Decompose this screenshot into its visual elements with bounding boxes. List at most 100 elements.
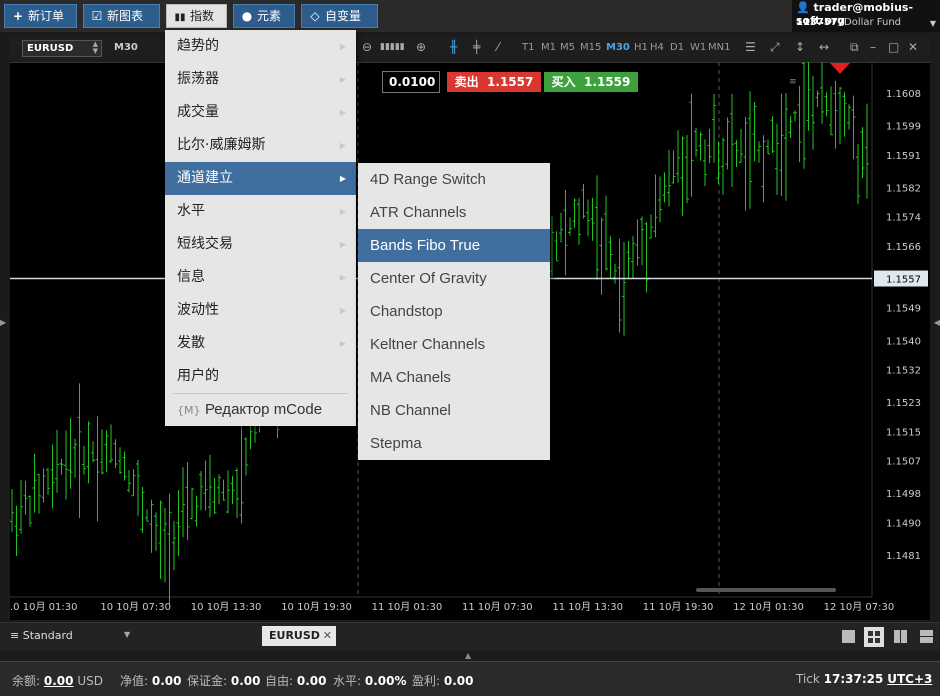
margin-level: 水平: 0.00%: [333, 674, 407, 688]
mcode-editor-item[interactable]: {M} Редактор mCode: [165, 394, 356, 426]
tab-eurusd[interactable]: EURUSD ✕: [262, 626, 336, 646]
channel-indicator-ma-chanels[interactable]: MA Chanels: [358, 361, 550, 394]
price-tick-label: 1.1574: [886, 213, 921, 224]
channel-indicator-keltner-channels[interactable]: Keltner Channels: [358, 328, 550, 361]
timeframe-d1[interactable]: D1: [670, 42, 684, 53]
horizontal-layout-icon[interactable]: [920, 630, 933, 643]
layout-selector[interactable]: ≡ Standard ▼: [10, 629, 130, 642]
indicator-category-3[interactable]: 比尔·威廉姆斯 ▶: [165, 129, 356, 162]
timeframe-m5[interactable]: M5: [560, 42, 575, 53]
buy-button[interactable]: 买入 1.1559: [544, 72, 638, 92]
sell-button[interactable]: 卖出 1.1557: [447, 72, 541, 92]
panel-expand-icon[interactable]: ▲: [465, 651, 471, 660]
price-tick-label: 1.1599: [886, 122, 921, 133]
spinner-icon[interactable]: ▲ ▼: [93, 41, 98, 55]
price-tick-label: 1.1481: [886, 551, 921, 562]
line-type-icon[interactable]: ⁄: [497, 40, 499, 54]
equity: 净值: 0.00: [120, 674, 182, 688]
price-tick-label: 1.1608: [886, 89, 921, 100]
vertical-layout-icon[interactable]: [894, 630, 907, 643]
channel-indicator-atr-channels[interactable]: ATR Channels: [358, 196, 550, 229]
price-tick-label: 1.1591: [886, 151, 921, 162]
submenu-arrow-icon: ▶: [339, 174, 346, 183]
candle-type-icon[interactable]: ╪: [473, 40, 480, 54]
new-order-button[interactable]: + 新订单: [4, 4, 77, 28]
time-tick-label: 12 10月 07:30: [824, 601, 895, 613]
grid-layout-icon[interactable]: [864, 627, 884, 647]
right-panel-toggle-icon[interactable]: ◀: [934, 318, 940, 327]
account-dropdown-icon[interactable]: ▼: [930, 19, 936, 28]
lot-size-input[interactable]: 0.0100: [382, 71, 440, 93]
account-name: Dollar Fund: [844, 17, 902, 28]
zoom-out-icon[interactable]: ⊖: [362, 40, 372, 54]
indicator-category-4[interactable]: 通道建立 ▶: [165, 162, 356, 195]
submenu-arrow-icon: ▶: [339, 273, 346, 282]
channel-indicator-4d-range-switch[interactable]: 4D Range Switch: [358, 163, 550, 196]
chart-context-icon[interactable]: ≡: [789, 77, 797, 87]
chart-timeframe-label: M30: [114, 42, 138, 53]
indicator-category-2[interactable]: 成交量 ▶: [165, 96, 356, 129]
maximize-icon[interactable]: □: [888, 40, 899, 54]
indicator-category-10[interactable]: 用户的: [165, 360, 356, 393]
indicator-category-0[interactable]: 趋势的 ▶: [165, 30, 356, 63]
indicator-category-5[interactable]: 水平 ▶: [165, 195, 356, 228]
fit-icon[interactable]: ⤢: [770, 40, 780, 55]
timeframe-m1[interactable]: M1: [541, 42, 556, 53]
price-tick-label: 1.1515: [886, 427, 921, 438]
margin: 保证金: 0.00: [187, 674, 261, 688]
time-tick-label: 11 10月 13:30: [552, 601, 623, 613]
submenu-arrow-icon: ▶: [339, 306, 346, 315]
timezone-selector[interactable]: UTC+3: [887, 672, 932, 686]
server-time: Tick 17:37:25 UTC+3: [796, 672, 933, 686]
timeframe-h1[interactable]: H1: [634, 42, 648, 53]
chart-icon: ☑: [91, 9, 103, 23]
chart-tab-bar: ≡ Standard ▼ EURUSD ✕: [0, 622, 940, 651]
detach-icon[interactable]: ⧉: [850, 40, 859, 55]
channel-indicator-nb-channel[interactable]: NB Channel: [358, 394, 550, 427]
indicator-category-1[interactable]: 振荡器 ▶: [165, 63, 356, 96]
zoom-in-icon[interactable]: ⊕: [416, 40, 426, 54]
horizontal-scale-icon[interactable]: ↔: [819, 40, 829, 54]
timeframe-t1[interactable]: T1: [522, 42, 534, 53]
close-icon[interactable]: ✕: [908, 40, 918, 54]
bar-type-icon[interactable]: ╫: [450, 40, 457, 54]
account-panel[interactable]: 👤 trader@mobius-soft.org 1137577 Dollar …: [792, 0, 940, 32]
minimize-icon[interactable]: –: [870, 40, 876, 54]
indicator-category-9[interactable]: 发散 ▶: [165, 327, 356, 360]
chevron-down-icon: ▼: [124, 630, 131, 639]
submenu-arrow-icon: ▶: [339, 207, 346, 216]
diamond-icon: ◇: [310, 9, 320, 23]
timeframe-w1[interactable]: W1: [690, 42, 706, 53]
chart-scrollbar[interactable]: [696, 588, 836, 592]
indicator-category-6[interactable]: 短线交易 ▶: [165, 228, 356, 261]
user-icon: 👤: [796, 1, 810, 14]
symbol-selector[interactable]: EURUSD ▲ ▼: [22, 40, 102, 57]
time-tick-label: 11 10月 01:30: [372, 601, 443, 613]
indicator-category-8[interactable]: 波动性 ▶: [165, 294, 356, 327]
single-layout-icon[interactable]: [842, 630, 855, 643]
indicator-category-7[interactable]: 信息 ▶: [165, 261, 356, 294]
sell-signal-marker: [830, 63, 850, 74]
indicators-button[interactable]: ▮▮ 指数: [166, 4, 227, 28]
plus-icon: +: [12, 9, 24, 23]
price-tick-label: 1.1557: [886, 275, 921, 286]
account-number: 1137577: [796, 17, 845, 28]
profit: 盈利: 0.00: [412, 674, 474, 688]
variables-button[interactable]: ◇ 自变量: [301, 4, 378, 28]
timeframe-mn1[interactable]: MN1: [708, 42, 730, 53]
left-panel-toggle-icon[interactable]: ▶: [0, 318, 6, 327]
channel-indicator-stepma[interactable]: Stepma: [358, 427, 550, 460]
channels-submenu: 4D Range Switch ATR Channels Bands Fibo Tr…: [358, 163, 550, 460]
channel-indicator-bands-fibo-true[interactable]: Bands Fibo True: [358, 229, 550, 262]
vertical-scale-icon[interactable]: ↕: [795, 40, 805, 54]
new-chart-button[interactable]: ☑ 新图表: [83, 4, 160, 28]
indicator-list-icon[interactable]: ☰: [745, 40, 756, 54]
channel-indicator-center-of-gravity[interactable]: Center Of Gravity: [358, 262, 550, 295]
elements-button[interactable]: ● 元素: [233, 4, 295, 28]
timeframe-m15[interactable]: M15: [580, 42, 601, 53]
channel-indicator-chandstop[interactable]: Chandstop: [358, 295, 550, 328]
timeframe-h4[interactable]: H4: [650, 42, 664, 53]
close-tab-icon[interactable]: ✕: [323, 626, 332, 646]
timeframe-m30[interactable]: M30: [606, 42, 630, 53]
time-tick-label: 10 10月 13:30: [191, 601, 262, 613]
